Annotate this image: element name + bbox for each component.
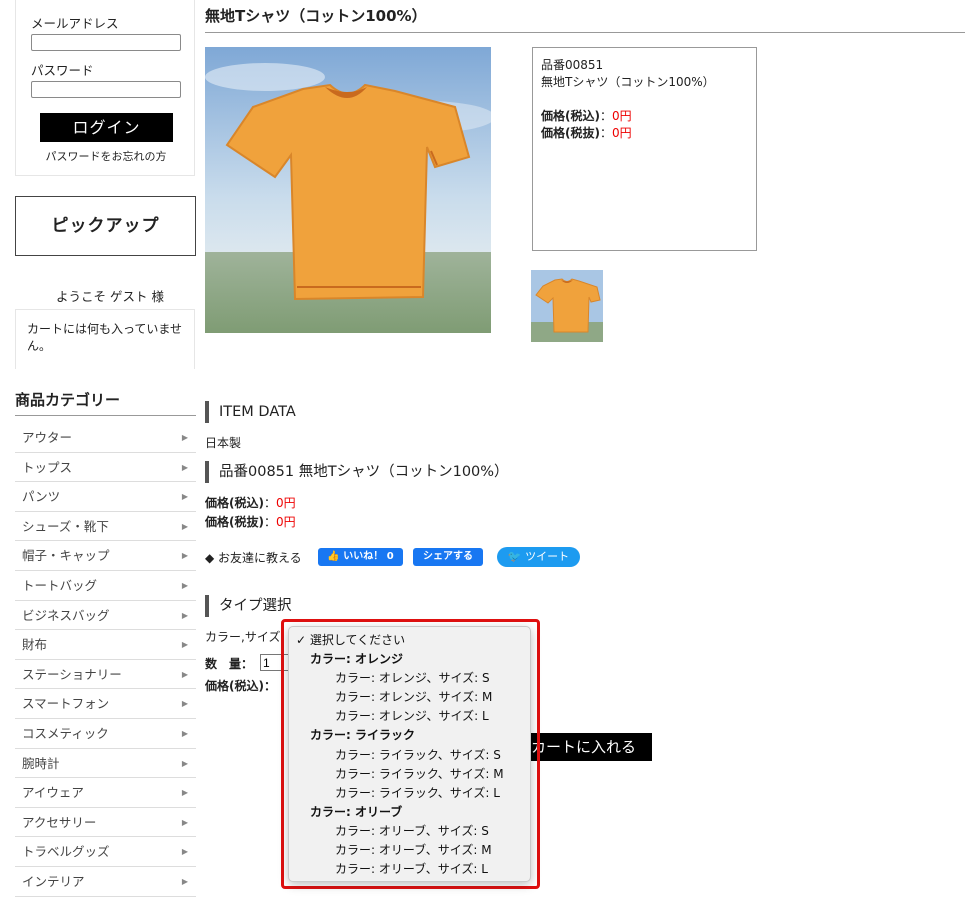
variant-label: カラー,サイズ [205, 630, 281, 644]
dropdown-option[interactable]: カラー: ライラック、サイズ: S [289, 746, 530, 765]
chevron-right-icon: ▶ [181, 788, 188, 798]
category-item[interactable]: 腕時計 ▶ [15, 749, 196, 779]
product-info-box: 品番00851 無地Tシャツ（コットン100%） 価格(税込)：0円 価格(税抜… [532, 47, 757, 251]
login-panel: メールアドレス パスワード ログイン パスワードをお忘れの方 [15, 0, 195, 176]
product-name: 無地Tシャツ（コットン100%） [541, 75, 715, 89]
share-label: ◆ お友達に教える [205, 551, 302, 565]
chevron-right-icon: ▶ [181, 847, 188, 857]
twitter-bird-icon: 🐦 [507, 550, 522, 563]
chevron-right-icon: ▶ [181, 699, 188, 709]
password-input[interactable] [31, 81, 181, 98]
chevron-right-icon: ▶ [181, 728, 188, 738]
category-item[interactable]: スマートフォン ▶ [15, 689, 196, 719]
price-excl-row: 価格(税抜)：0円 [541, 126, 632, 140]
category-item[interactable]: トップス ▶ [15, 453, 196, 483]
dropdown-group-label: カラー: ライラック [310, 728, 415, 743]
price-incl-value: 0円 [612, 109, 632, 123]
add-to-cart-button[interactable]: カートに入れる [527, 733, 652, 761]
code-name-heading: 品番00851 無地Tシャツ（コットン100%） [205, 461, 509, 483]
email-label: メールアドレス [31, 16, 119, 31]
price-row-label: 価格(税込)： [205, 679, 276, 693]
price-incl-row: 価格(税込)：0円 [541, 109, 632, 123]
chevron-right-icon: ▶ [181, 640, 188, 650]
price-incl-row-2: 価格(税込)：0円 [205, 496, 296, 510]
category-item[interactable]: 帽子・キャップ ▶ [15, 541, 196, 571]
pickup-button[interactable]: ピックアップ [15, 196, 196, 256]
price-excl-row-2: 価格(税抜)：0円 [205, 515, 296, 529]
facebook-like-button[interactable]: 👍 いいね！ 0 [318, 548, 403, 566]
product-main-image [205, 47, 491, 333]
category-item[interactable]: 財布 ▶ [15, 630, 196, 660]
chevron-right-icon: ▶ [181, 610, 188, 620]
email-input[interactable] [31, 34, 181, 51]
dropdown-option[interactable]: カラー: オリーブ、サイズ: L [289, 860, 530, 879]
dropdown-option[interactable]: カラー: オリーブ、サイズ: M [289, 841, 530, 860]
variant-dropdown[interactable]: ✓ 選択してください カラー: オレンジ カラー: オレンジ、サイズ: S カラー:… [288, 626, 531, 882]
page-title: 無地Tシャツ（コットン100%） [205, 5, 965, 33]
dropdown-option[interactable]: カラー: オレンジ、サイズ: L [289, 707, 530, 726]
chevron-right-icon: ▶ [181, 876, 188, 886]
category-item[interactable]: アクセサリー ▶ [15, 808, 196, 838]
category-item[interactable]: トートバッグ ▶ [15, 571, 196, 601]
origin-text: 日本製 [205, 436, 242, 450]
type-select-heading: タイプ選択 [205, 595, 292, 617]
thumbs-up-icon: 👍 [327, 551, 340, 562]
category-item[interactable]: インテリア ▶ [15, 867, 196, 897]
tweet-button[interactable]: 🐦 ツイート [497, 547, 580, 567]
category-item[interactable]: シューズ・靴下 ▶ [15, 512, 196, 542]
chevron-right-icon: ▶ [181, 433, 188, 442]
dropdown-group-label: カラー: オリーブ [310, 804, 403, 819]
chevron-right-icon: ▶ [181, 492, 188, 502]
password-label: パスワード [31, 63, 94, 78]
product-code: 品番00851 [541, 58, 604, 72]
dropdown-option[interactable]: カラー: ライラック、サイズ: M [289, 765, 530, 784]
category-item[interactable]: ステーショナリー ▶ [15, 660, 196, 690]
login-button[interactable]: ログイン [40, 113, 173, 142]
dropdown-option[interactable]: カラー: オレンジ、サイズ: S [289, 669, 530, 688]
chevron-right-icon: ▶ [181, 521, 188, 531]
chevron-right-icon: ▶ [181, 758, 188, 768]
category-item[interactable]: トラベルグッズ ▶ [15, 837, 196, 867]
quantity-label: 数 量： [205, 657, 254, 671]
chevron-right-icon: ▶ [181, 669, 188, 679]
chevron-right-icon: ▶ [181, 551, 188, 561]
product-thumbnail[interactable] [531, 270, 603, 342]
category-item[interactable]: アイウェア ▶ [15, 778, 196, 808]
tshirt-photo [205, 47, 491, 333]
tshirt-thumbnail [531, 270, 603, 342]
category-item[interactable]: パンツ ▶ [15, 482, 196, 512]
forgot-password-link[interactable]: パスワードをお忘れの方 [16, 148, 196, 164]
dropdown-option-placeholder[interactable]: ✓ 選択してください [289, 631, 530, 650]
category-item[interactable]: アウター ▶ [15, 423, 196, 453]
category-item[interactable]: コスメティック ▶ [15, 719, 196, 749]
dropdown-group-label: カラー: オレンジ [310, 652, 403, 667]
category-title: 商品カテゴリー [15, 389, 196, 416]
category-item[interactable]: ビジネスバッグ ▶ [15, 601, 196, 631]
category-list: アウター ▶ トップス ▶ パンツ ▶ シューズ・靴下 ▶ 帽子・キャップ ▶ トートバッグ ▶ ビジネ… [15, 423, 196, 897]
cart-message: カートには何も入っていません。 [15, 309, 195, 369]
chevron-right-icon: ▶ [181, 462, 188, 472]
dropdown-option[interactable]: カラー: オリーブ、サイズ: S [289, 822, 530, 841]
item-data-heading: ITEM DATA [205, 401, 296, 423]
dropdown-option[interactable]: カラー: ライラック、サイズ: L [289, 784, 530, 803]
chevron-right-icon: ▶ [181, 817, 188, 827]
welcome-text: ようこそ ゲスト 様 [56, 289, 164, 304]
chevron-right-icon: ▶ [181, 580, 188, 590]
facebook-share-button[interactable]: シェアする [413, 548, 483, 566]
price-excl-value: 0円 [612, 126, 632, 140]
dropdown-option[interactable]: カラー: オレンジ、サイズ: M [289, 688, 530, 707]
